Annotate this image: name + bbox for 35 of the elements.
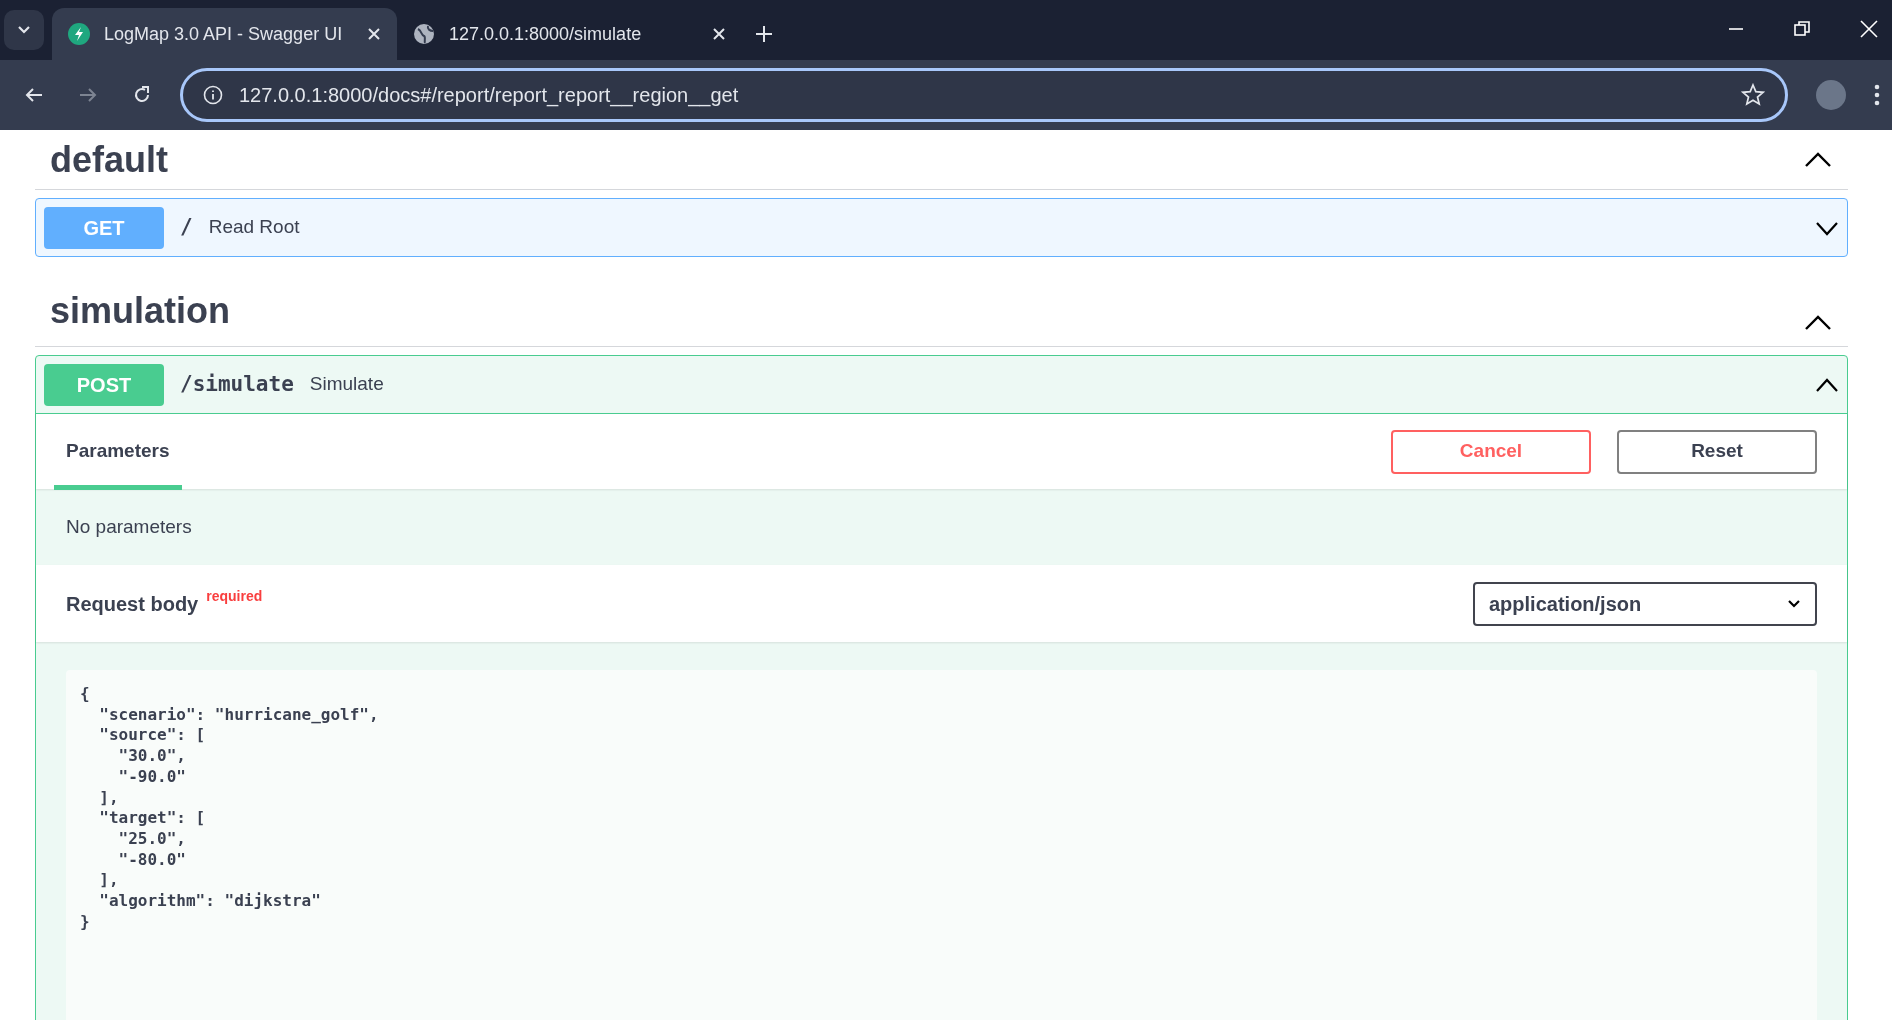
new-tab-icon[interactable] [754, 24, 774, 44]
browser-tab[interactable]: 127.0.0.1:8000/simulate [397, 8, 742, 60]
parameters-tab[interactable]: Parameters [54, 413, 182, 490]
address-bar[interactable]: 127.0.0.1:8000/docs#/report/report_report__region__get [180, 68, 1788, 122]
required-label: required [206, 587, 263, 604]
globe-icon [413, 23, 435, 45]
chevron-down-icon [17, 25, 31, 35]
section-heading: default [50, 137, 168, 182]
more-menu-icon[interactable] [1874, 84, 1880, 106]
tab-title: LogMap 3.0 API - Swagger UI [104, 22, 344, 46]
chevron-up-icon[interactable] [1803, 150, 1833, 169]
close-icon[interactable] [712, 27, 726, 41]
endpoint-summary: Simulate [309, 372, 385, 397]
star-icon[interactable] [1741, 83, 1765, 107]
endpoint-summary: Read Root [208, 215, 301, 240]
request-body-label: Request body [66, 592, 199, 615]
section-heading: simulation [50, 288, 231, 332]
app-logo-icon [68, 23, 90, 45]
request-body-editor[interactable]: { "scenario": "hurricane_golf", "source": [ "30.0", "-90.0" ], "target": [ "25.0", "-80.0" ], "algorithm": "dijkstra" } [66, 670, 1817, 1020]
content-type-dropdown[interactable]: application/json [1473, 581, 1817, 626]
tab-title: 127.0.0.1:8000/simulate [449, 22, 643, 46]
chevron-down-icon [1787, 598, 1801, 609]
reset-button[interactable]: Reset [1617, 429, 1817, 474]
close-icon[interactable] [367, 27, 381, 41]
chevron-up-icon[interactable] [1815, 376, 1839, 393]
method-badge: POST [44, 363, 164, 406]
method-badge: GET [44, 206, 164, 249]
browser-tab[interactable]: LogMap 3.0 API - Swagger UI [52, 8, 397, 60]
profile-avatar[interactable] [1816, 80, 1846, 110]
endpoint-path: / [180, 213, 193, 241]
parameters-note: No parameters [66, 514, 192, 539]
endpoint-path: /simulate [180, 370, 294, 398]
chevron-up-icon[interactable] [1803, 314, 1833, 332]
restore-icon[interactable] [1794, 21, 1810, 37]
info-icon [203, 85, 223, 105]
